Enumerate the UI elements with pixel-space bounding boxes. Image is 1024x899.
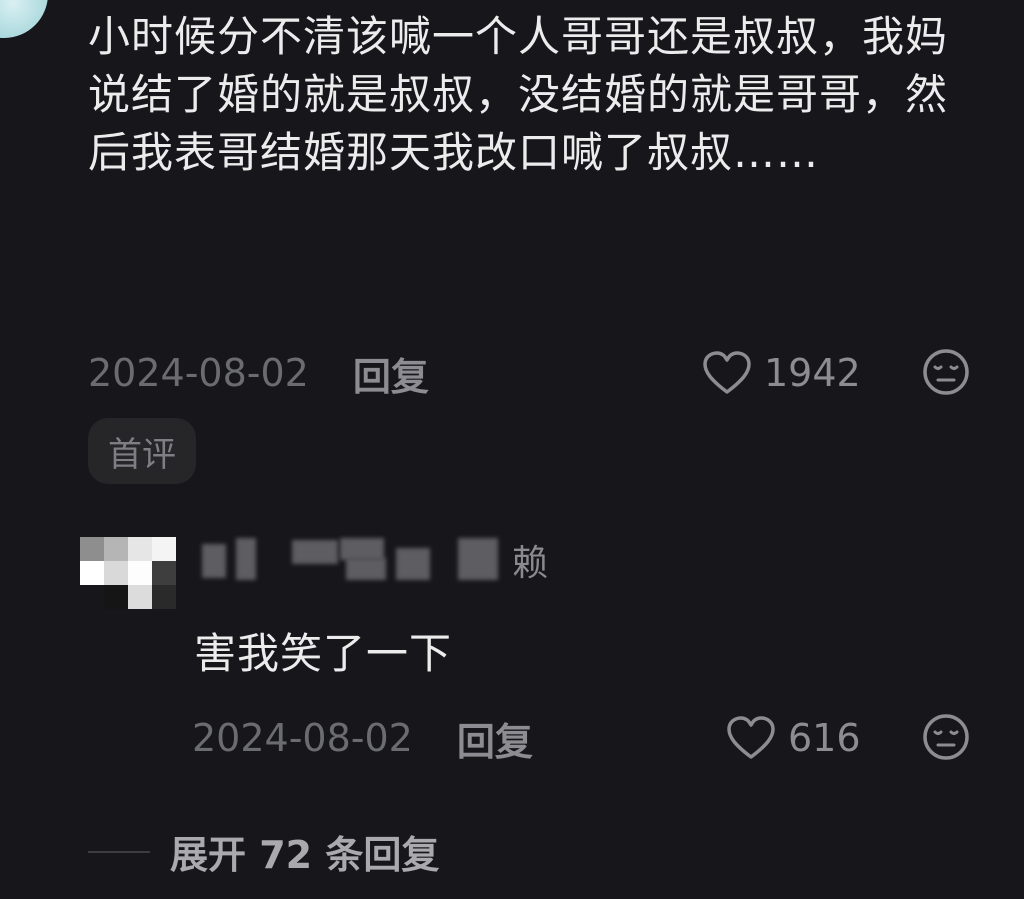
comment-thread: 小时候分不清该喊一个人哥哥还是叔叔，我妈说结了婚的就是叔叔，没结婚的就是哥哥，然… [0,0,1024,899]
replier-username[interactable] [196,534,516,584]
meh-face-icon[interactable] [922,348,970,396]
heart-outline-icon [727,716,775,759]
reply-like-count: 616 [788,716,861,760]
reply-meta: 2024-08-02 回复 [192,711,533,766]
reply-date: 2024-08-02 [192,716,413,760]
heart-outline-icon [703,351,751,394]
commenter-avatar[interactable] [0,0,48,38]
expand-replies-button[interactable]: 展开 72 条回复 [88,824,439,879]
comment-meta: 2024-08-02 回复 [88,346,429,401]
like-button[interactable]: 1942 [702,348,861,398]
comment-date: 2024-08-02 [88,351,309,395]
first-comment-badge: 首评 [88,418,196,484]
like-count: 1942 [764,351,861,395]
expand-replies-label: 展开 72 条回复 [170,833,440,877]
expand-divider [88,850,150,853]
replier-username-visible: 赖 [512,543,549,584]
comment-text: 小时候分不清该喊一个人哥哥还是叔叔，我妈说结了婚的就是叔叔，没结婚的就是哥哥，然… [88,12,949,177]
reply-like-button[interactable]: 616 [726,713,861,763]
replier-avatar[interactable] [80,537,176,609]
reply-reply-button[interactable]: 回复 [457,711,533,766]
meh-face-icon[interactable] [922,713,970,761]
reply-button[interactable]: 回复 [353,346,429,401]
reply-text: 害我笑了一下 [194,629,453,678]
